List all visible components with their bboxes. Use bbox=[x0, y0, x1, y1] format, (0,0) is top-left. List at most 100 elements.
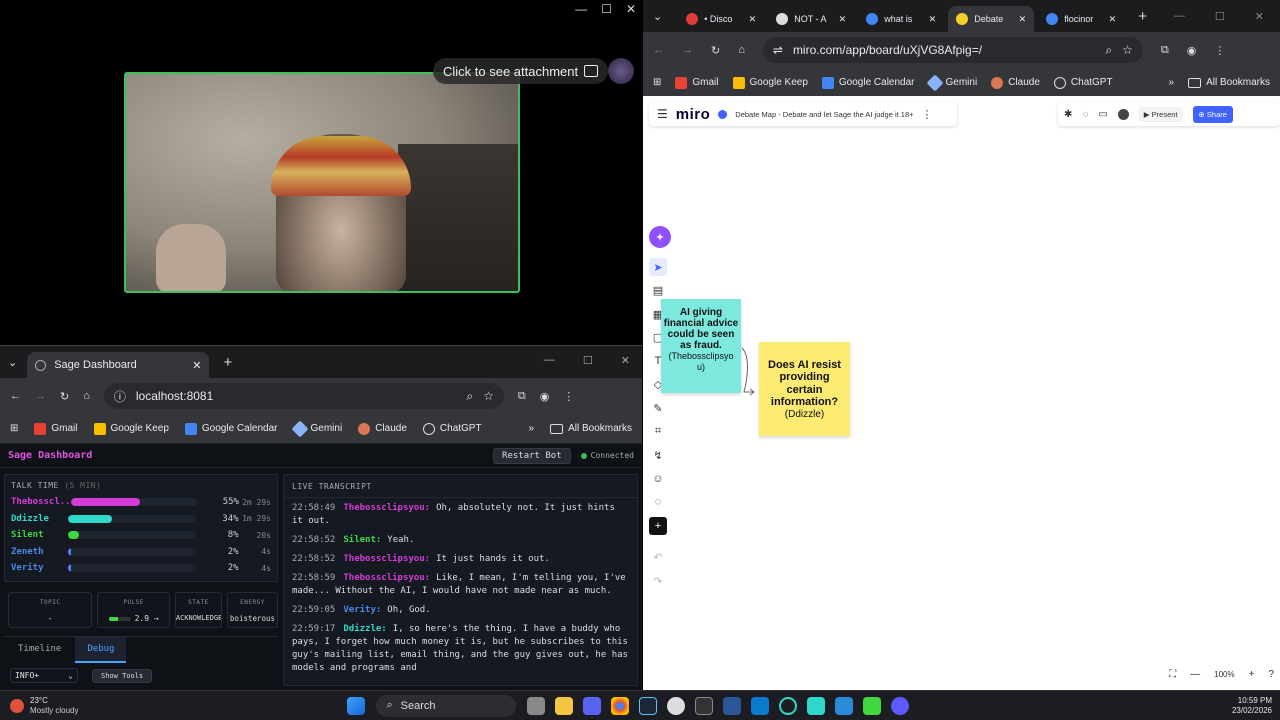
tab-search-icon[interactable]: ⌄ bbox=[8, 356, 17, 369]
comment-icon[interactable]: ◌ bbox=[649, 493, 667, 511]
tab-timeline[interactable]: Timeline bbox=[4, 637, 75, 663]
restart-bot-button[interactable]: Restart Bot bbox=[493, 447, 571, 464]
apps-icon[interactable]: ⊞ bbox=[10, 423, 18, 434]
sticky-note[interactable]: AI giving financial advice could be seen… bbox=[661, 299, 741, 393]
bookmark-keep[interactable]: Google Keep bbox=[93, 422, 169, 435]
zoom-icon[interactable]: ⌕ bbox=[1105, 43, 1112, 58]
close-tab-icon[interactable]: ✕ bbox=[749, 14, 757, 25]
new-tab-icon[interactable]: + bbox=[1138, 8, 1147, 25]
browser-tab[interactable]: flocinor ✕ bbox=[1038, 6, 1124, 32]
profile-icon[interactable]: ◉ bbox=[1187, 44, 1197, 57]
address-bar[interactable]: ⓘ localhost:8081 ⌕ ☆ bbox=[103, 383, 504, 409]
log-level-select[interactable]: INFO+ ⌄ bbox=[10, 668, 78, 683]
zoom-in-icon[interactable]: + bbox=[1249, 669, 1255, 680]
browser-tab[interactable]: Debate ✕ bbox=[948, 6, 1035, 32]
reload-icon[interactable]: ↻ bbox=[711, 44, 720, 57]
bookmark-calendar[interactable]: Google Calendar bbox=[821, 76, 915, 89]
chevron-right-icon[interactable]: » bbox=[529, 423, 535, 434]
bookmark-claude[interactable]: Claude bbox=[991, 76, 1040, 89]
minimize-icon[interactable]: — bbox=[1174, 10, 1185, 23]
tab-sage-dashboard[interactable]: Sage Dashboard ✕ bbox=[27, 352, 210, 378]
close-tab-icon[interactable]: ✕ bbox=[1109, 14, 1117, 25]
app-icon[interactable] bbox=[779, 696, 798, 715]
close-icon[interactable]: ✕ bbox=[626, 2, 636, 16]
comment-icon[interactable]: ◌ bbox=[1082, 109, 1088, 120]
avatar[interactable] bbox=[1117, 108, 1129, 120]
bookmark-gemini[interactable]: Gemini bbox=[291, 420, 342, 437]
video-stream[interactable] bbox=[124, 72, 520, 293]
browser-tab[interactable]: NOT - A ✕ bbox=[768, 6, 854, 32]
browser-tab[interactable]: what is ✕ bbox=[858, 6, 944, 32]
maximize-icon[interactable]: ☐ bbox=[1215, 10, 1225, 23]
help-icon[interactable]: ? bbox=[1268, 669, 1274, 680]
address-bar[interactable]: ⇌ miro.com/app/board/uXjVG8Afpig=/ ⌕ ☆ bbox=[762, 37, 1143, 63]
avatar[interactable] bbox=[608, 58, 634, 84]
tab-search-icon[interactable]: ⌄ bbox=[653, 10, 662, 23]
video-icon[interactable]: ▭ bbox=[1098, 109, 1107, 120]
close-tab-icon[interactable]: ✕ bbox=[839, 14, 847, 25]
minimize-icon[interactable]: — bbox=[575, 2, 587, 16]
all-bookmarks[interactable]: All Bookmarks bbox=[1188, 77, 1270, 88]
pen-icon[interactable]: ✎ bbox=[649, 399, 667, 417]
miro-board[interactable]: ☰ miro Debate Map - Debate and let Sage … bbox=[643, 96, 1280, 690]
weather-widget[interactable]: 23°C Mostly cloudy bbox=[10, 696, 78, 716]
more-icon[interactable]: ⋮ bbox=[922, 108, 933, 121]
home-icon[interactable]: ⌂ bbox=[738, 44, 745, 56]
bookmark-keep[interactable]: Google Keep bbox=[732, 76, 808, 89]
new-tab-icon[interactable]: + bbox=[223, 354, 232, 371]
bookmark-chatgpt[interactable]: ChatGPT bbox=[1053, 76, 1113, 89]
zoom-level[interactable]: 100% bbox=[1214, 670, 1234, 679]
close-icon[interactable]: ✕ bbox=[621, 354, 630, 367]
share-button[interactable]: ⊕ Share bbox=[1192, 105, 1233, 123]
app-icon[interactable] bbox=[891, 696, 910, 715]
connector-icon[interactable]: ↯ bbox=[649, 446, 667, 464]
select-icon[interactable]: ➤ bbox=[649, 258, 667, 276]
chrome-icon[interactable] bbox=[611, 696, 630, 715]
fit-icon[interactable]: ⛶ bbox=[1169, 669, 1176, 680]
close-tab-icon[interactable]: ✕ bbox=[1019, 14, 1027, 25]
profile-icon[interactable]: ◉ bbox=[540, 390, 550, 403]
bookmark-gmail[interactable]: Gmail bbox=[675, 76, 719, 89]
close-tab-icon[interactable]: ✕ bbox=[192, 359, 201, 372]
show-tools-button[interactable]: Show Tools bbox=[92, 668, 153, 683]
templates-icon[interactable]: ▤ bbox=[649, 282, 667, 300]
menu-icon[interactable]: ⋮ bbox=[1214, 44, 1225, 57]
star-icon[interactable]: ☆ bbox=[483, 389, 494, 403]
task-view-icon[interactable] bbox=[527, 696, 546, 715]
bookmark-claude[interactable]: Claude bbox=[358, 422, 407, 435]
maximize-icon[interactable]: ☐ bbox=[601, 2, 612, 16]
close-icon[interactable]: ✕ bbox=[1255, 10, 1264, 23]
home-icon[interactable]: ⌂ bbox=[83, 390, 90, 402]
attachment-pill[interactable]: Click to see attachment bbox=[433, 58, 609, 84]
emoji-icon[interactable]: ☺ bbox=[649, 470, 667, 488]
close-tab-icon[interactable]: ✕ bbox=[929, 14, 937, 25]
notepad-icon[interactable] bbox=[835, 696, 854, 715]
bookmark-gmail[interactable]: Gmail bbox=[34, 422, 78, 435]
powershell-icon[interactable] bbox=[723, 696, 742, 715]
frame-icon[interactable]: ⌗ bbox=[649, 423, 667, 441]
browser-tab[interactable]: • Disco ✕ bbox=[678, 6, 764, 32]
maximize-icon[interactable]: ☐ bbox=[583, 354, 593, 367]
sticky-note[interactable]: Does AI resist providing certain informa… bbox=[759, 342, 850, 436]
back-icon[interactable]: ← bbox=[10, 390, 21, 402]
bookmark-chatgpt[interactable]: ChatGPT bbox=[422, 422, 482, 435]
star-icon[interactable]: ☆ bbox=[1122, 43, 1133, 57]
app-icon[interactable] bbox=[807, 696, 826, 715]
all-bookmarks[interactable]: All Bookmarks bbox=[550, 423, 632, 434]
ai-sparkle-icon[interactable]: ✦ bbox=[649, 226, 671, 248]
reload-icon[interactable]: ↻ bbox=[60, 390, 69, 403]
zoom-out-icon[interactable]: — bbox=[1190, 669, 1200, 680]
undo-icon[interactable]: ↶ bbox=[649, 549, 667, 567]
app-icon[interactable] bbox=[863, 696, 882, 715]
windows-start-icon[interactable] bbox=[347, 696, 366, 715]
reactions-icon[interactable]: ✱ bbox=[1064, 109, 1072, 120]
vscode-icon[interactable] bbox=[751, 696, 770, 715]
present-button[interactable]: ▶ Present bbox=[1138, 106, 1183, 122]
redo-icon[interactable]: ↷ bbox=[649, 572, 667, 590]
file-explorer-icon[interactable] bbox=[555, 696, 574, 715]
board-name[interactable]: Debate Map - Debate and let Sage the AI … bbox=[735, 110, 913, 119]
hamburger-icon[interactable]: ☰ bbox=[657, 107, 668, 121]
discord-icon[interactable] bbox=[583, 696, 602, 715]
clock[interactable]: 10:59 PM 23/02/2026 bbox=[1232, 696, 1272, 716]
back-icon[interactable]: ← bbox=[653, 44, 664, 56]
